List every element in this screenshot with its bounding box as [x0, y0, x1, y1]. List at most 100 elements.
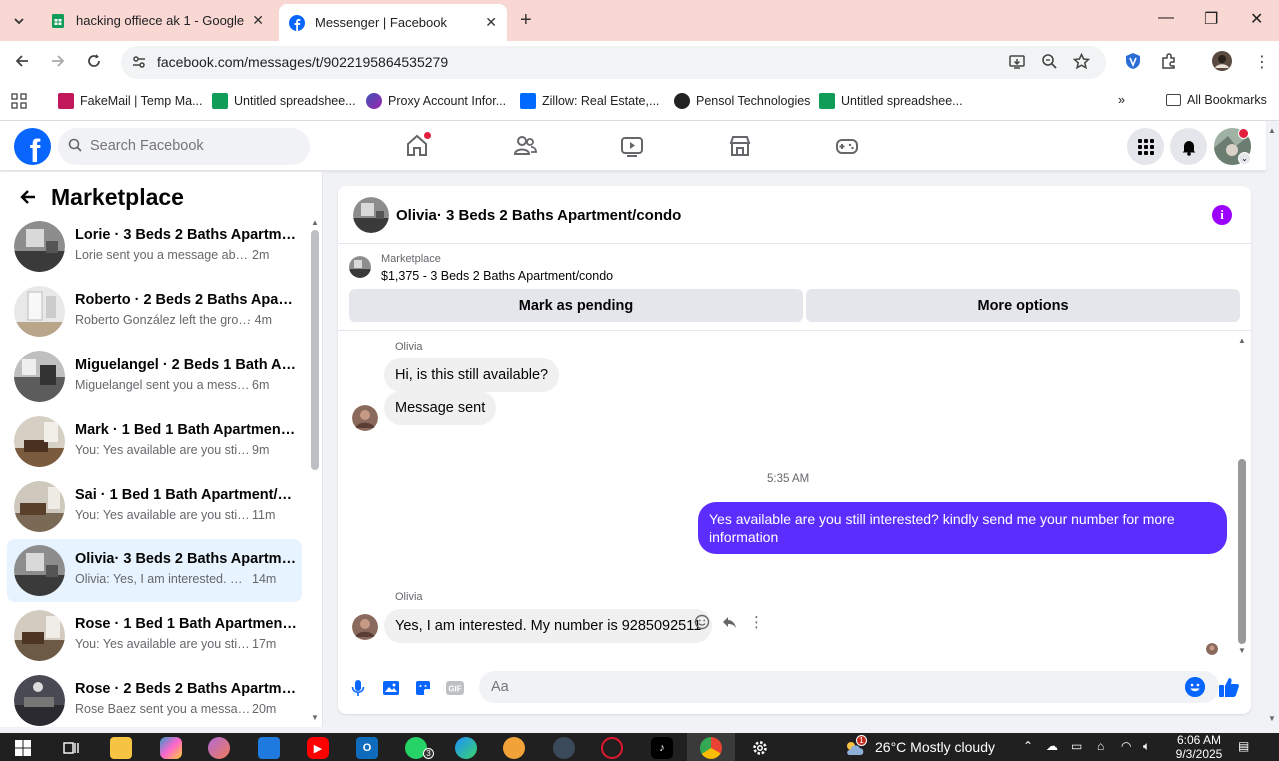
weather-text[interactable]: 26°C Mostly cloudy: [875, 739, 995, 755]
close-tab-icon[interactable]: ✕: [252, 12, 264, 29]
account-chevron-icon[interactable]: ⌄: [1238, 152, 1251, 165]
reply-icon[interactable]: [721, 614, 737, 634]
conversation-item[interactable]: Miguelangel · 2 Beds 1 Bath Apa... Migue…: [7, 345, 302, 408]
tab-google-sheets[interactable]: hacking offiece ak 1 - Google Sh ✕: [40, 6, 274, 35]
outlook-icon[interactable]: O: [356, 737, 378, 759]
close-tab-icon[interactable]: ✕: [485, 14, 497, 31]
back-arrow-icon[interactable]: [18, 187, 38, 213]
notifications-bell-icon[interactable]: [1170, 128, 1207, 165]
tab-messenger[interactable]: Messenger | Facebook ✕: [279, 4, 507, 41]
chat-title[interactable]: Olivia· 3 Beds 2 Baths Apartment/condo: [396, 207, 681, 224]
microsoft-store-icon[interactable]: [258, 737, 280, 759]
search-box[interactable]: [58, 128, 310, 165]
incoming-message[interactable]: Yes, I am interested. My number is 92850…: [384, 609, 713, 643]
browser-menu-icon[interactable]: ⋮: [1254, 52, 1270, 72]
mark-as-pending-button[interactable]: Mark as pending: [349, 289, 803, 322]
photo-icon[interactable]: [381, 678, 401, 698]
info-icon[interactable]: i: [1212, 205, 1232, 225]
app-badge-icon[interactable]: [503, 737, 525, 759]
emoji-icon[interactable]: [1185, 677, 1205, 697]
site-settings-icon[interactable]: [131, 54, 147, 73]
restore-icon[interactable]: ❐: [1204, 9, 1218, 29]
facebook-logo[interactable]: f: [14, 128, 51, 165]
notification-center-icon[interactable]: ▤: [1238, 739, 1249, 753]
chat-avatar[interactable]: [353, 197, 389, 233]
bookmark-star-icon[interactable]: [1072, 52, 1091, 74]
conversation-item[interactable]: Roberto · 2 Beds 2 Baths Apart... Robert…: [7, 280, 302, 343]
outgoing-message[interactable]: Yes available are you still interested? …: [698, 502, 1227, 554]
page-scroll-up-icon[interactable]: ▲: [1268, 126, 1276, 135]
scroll-up-arrow-icon[interactable]: ▲: [311, 218, 319, 227]
url-text[interactable]: facebook.com/messages/t/9022195864535279: [157, 54, 448, 70]
chat-scrollbar[interactable]: [1238, 459, 1246, 644]
more-options-button[interactable]: More options: [806, 289, 1240, 322]
conversation-item-active[interactable]: Olivia· 3 Beds 2 Baths Apartmen... Olivi…: [7, 539, 302, 602]
install-app-icon[interactable]: [1008, 53, 1026, 75]
chat-scroll-up-icon[interactable]: ▲: [1238, 336, 1246, 345]
message-input[interactable]: [479, 671, 1219, 703]
tab-search-chevron-icon[interactable]: [8, 10, 30, 32]
bookmark-fakemail[interactable]: FakeMail | Temp Ma...: [58, 93, 203, 109]
sticker-icon[interactable]: [413, 678, 433, 698]
sender-avatar[interactable]: [352, 614, 378, 640]
opera-icon[interactable]: [601, 737, 623, 759]
vpn-shield-icon[interactable]: [1124, 52, 1142, 75]
zoom-icon[interactable]: [1041, 53, 1058, 74]
edge-icon[interactable]: [455, 737, 477, 759]
page-scroll-down-icon[interactable]: ▼: [1268, 714, 1276, 723]
new-tab-icon[interactable]: +: [520, 9, 532, 32]
omnibox[interactable]: facebook.com/messages/t/9022195864535279: [121, 46, 1106, 79]
minimize-icon[interactable]: —: [1158, 9, 1174, 27]
app-icon[interactable]: [208, 737, 230, 759]
gif-icon[interactable]: GIF: [445, 678, 465, 698]
video-icon[interactable]: [619, 133, 645, 159]
all-bookmarks[interactable]: All Bookmarks: [1166, 93, 1267, 107]
windows-start-icon[interactable]: [12, 737, 34, 759]
sidebar-scrollbar[interactable]: [311, 230, 319, 470]
incoming-message[interactable]: Message sent: [384, 391, 497, 425]
reload-icon[interactable]: [86, 53, 102, 74]
network-icon[interactable]: ⌂: [1097, 739, 1104, 753]
bookmark-zillow[interactable]: Zillow: Real Estate,...: [520, 93, 659, 109]
scroll-down-arrow-icon[interactable]: ▼: [311, 713, 319, 722]
back-icon[interactable]: [14, 53, 30, 74]
listing-thumbnail[interactable]: [349, 256, 371, 278]
settings-gear-icon[interactable]: [749, 737, 771, 759]
bookmark-pensol[interactable]: Pensol Technologies: [674, 93, 810, 109]
bookmark-spreadsheet-1[interactable]: Untitled spreadshee...: [212, 93, 356, 109]
more-actions-icon[interactable]: ⋮: [749, 613, 764, 631]
gaming-icon[interactable]: [834, 133, 860, 159]
wifi-icon[interactable]: ◠: [1121, 739, 1131, 753]
microphone-icon[interactable]: [348, 678, 368, 698]
copilot-icon[interactable]: [160, 737, 182, 759]
chrome-icon[interactable]: [700, 737, 722, 759]
chat-scroll-down-icon[interactable]: ▼: [1238, 646, 1246, 655]
conversation-item[interactable]: Rose · 1 Bed 1 Bath Apartment/c... You: …: [7, 604, 302, 667]
conversation-item[interactable]: Rose · 2 Beds 2 Baths Apartmen... Rose B…: [7, 669, 302, 732]
listing-title[interactable]: $1,375 - 3 Beds 2 Baths Apartment/condo: [381, 269, 613, 283]
conversation-item[interactable]: Sai · 1 Bed 1 Bath Apartment/co... You: …: [7, 475, 302, 538]
marketplace-icon[interactable]: [727, 133, 753, 159]
more-bookmarks-icon[interactable]: »: [1118, 93, 1125, 107]
tiktok-icon[interactable]: ♪: [651, 737, 673, 759]
menu-grid-icon[interactable]: [1127, 128, 1164, 165]
volume-icon[interactable]: 🔈︎: [1143, 739, 1150, 754]
onedrive-icon[interactable]: ☁: [1046, 739, 1058, 753]
close-window-icon[interactable]: ✕: [1250, 9, 1263, 29]
friends-icon[interactable]: [512, 133, 538, 159]
bookmark-proxy-account[interactable]: Proxy Account Infor...: [366, 93, 506, 109]
thumbs-up-icon[interactable]: [1218, 676, 1242, 700]
conversation-item[interactable]: Mark · 1 Bed 1 Bath Apartment/... You: Y…: [7, 410, 302, 473]
forward-icon[interactable]: [50, 53, 66, 74]
apps-grid-icon[interactable]: [11, 93, 27, 109]
extensions-icon[interactable]: [1160, 52, 1178, 75]
profile-avatar[interactable]: [1212, 51, 1232, 76]
bookmark-spreadsheet-2[interactable]: Untitled spreadshee...: [819, 93, 963, 109]
incoming-message[interactable]: Hi, is this still available?: [384, 358, 560, 392]
show-hidden-icons[interactable]: ⌃: [1023, 739, 1033, 753]
battery-icon[interactable]: ▭: [1071, 739, 1082, 753]
task-view-icon[interactable]: [60, 737, 82, 759]
react-emoji-icon[interactable]: [694, 614, 710, 634]
conversation-item[interactable]: Lorie · 3 Beds 2 Baths Apartmen... Lorie…: [7, 215, 302, 278]
youtube-icon[interactable]: ▶: [307, 737, 329, 759]
